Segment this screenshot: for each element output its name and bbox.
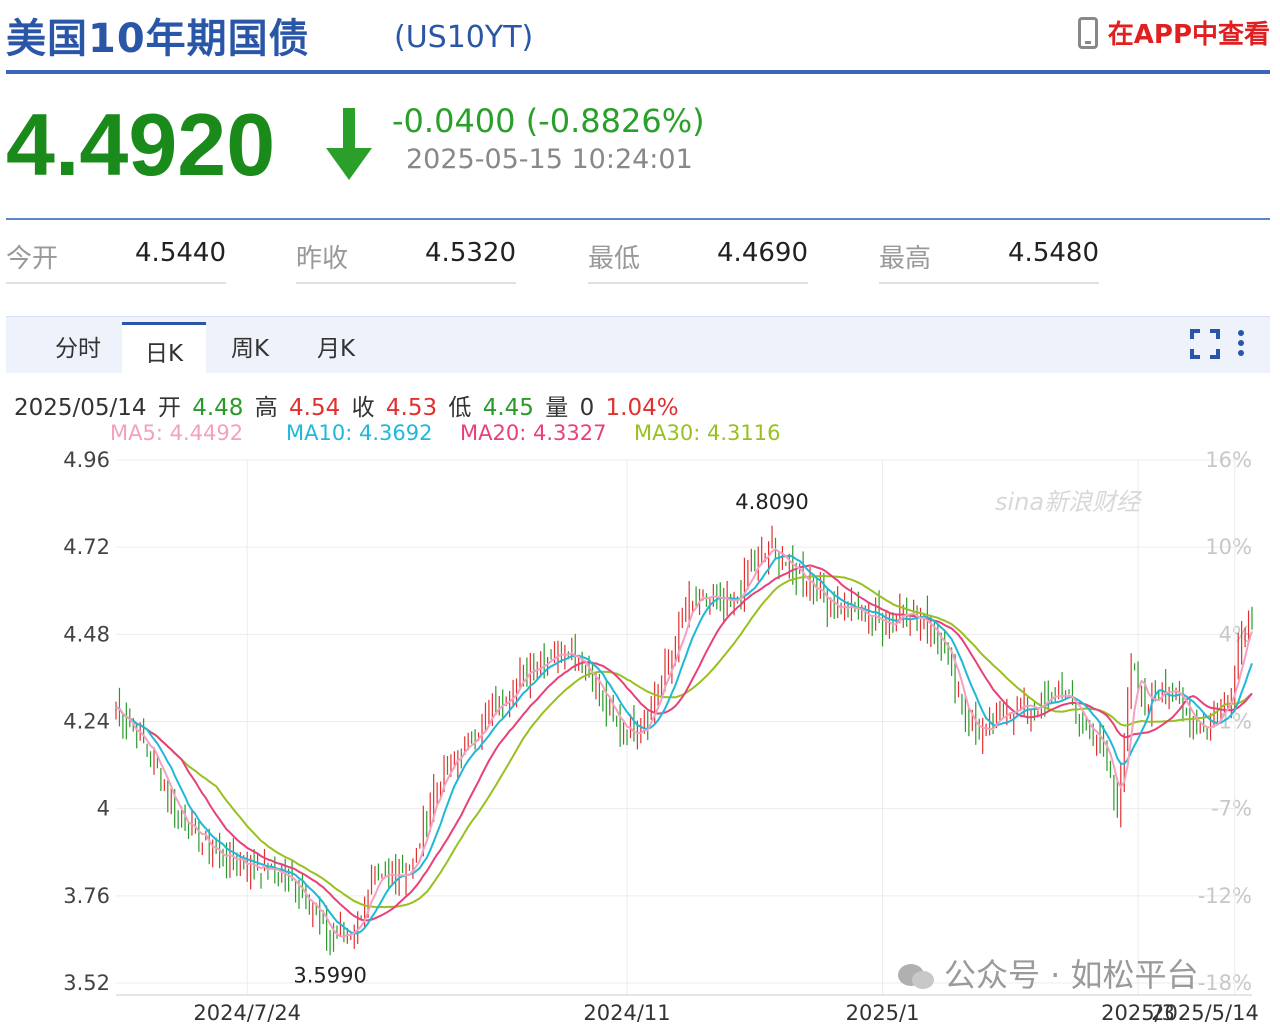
quote-divider xyxy=(6,218,1270,220)
y-right-tick-label: -18% xyxy=(1198,971,1252,995)
stat-high-value: 4.5480 xyxy=(1008,238,1099,268)
stat-high-label: 最高 xyxy=(879,244,932,274)
y-right-tick-label: 16% xyxy=(1205,448,1252,472)
y-tick-label: 4.24 xyxy=(63,710,110,734)
page-title: 美国10年期国债 xyxy=(6,16,310,62)
fullscreen-icon[interactable] xyxy=(1190,329,1220,359)
ma10-line xyxy=(115,554,1253,935)
chart-tabs: 分时 日K 周K 月K xyxy=(6,316,1270,379)
y-tick-label: 4.48 xyxy=(63,622,110,646)
x-tick-label: 2024/11 xyxy=(583,1001,670,1024)
tab-monthly-k[interactable]: 月K xyxy=(294,317,378,373)
stat-low-label: 最低 xyxy=(588,244,641,274)
quote-panel: 4.4920 -0.0400 (-0.8826%) 2025-05-15 10:… xyxy=(6,84,1270,214)
candle-info-bar: 2025/05/14 开 4.48 高 4.54 收 4.53 低 4.45 量… xyxy=(14,388,683,422)
stat-divider xyxy=(879,282,1099,284)
stat-divider xyxy=(6,282,226,284)
price-change: -0.0400 (-0.8826%) xyxy=(392,102,705,140)
watermark-text: 公众号 · 如松平台 xyxy=(944,956,1199,994)
open-in-app-link[interactable]: 在APP中查看 xyxy=(1077,14,1270,51)
y-right-tick-label: -12% xyxy=(1198,884,1252,908)
info-close-value: 4.53 xyxy=(385,395,438,421)
y-right-tick-label: -7% xyxy=(1211,797,1252,821)
tab-weekly-k[interactable]: 周K xyxy=(208,317,292,373)
info-low-label: 低 xyxy=(448,395,472,421)
stat-divider xyxy=(296,282,516,284)
wechat-icon xyxy=(898,964,934,989)
open-in-app-label: 在APP中查看 xyxy=(1107,20,1270,50)
sina-watermark: sina新浪财经 xyxy=(995,488,1143,516)
y-tick-label: 3.76 xyxy=(63,884,110,908)
ma20-line xyxy=(115,564,1253,922)
y-tick-label: 3.52 xyxy=(63,971,110,995)
info-vol-value: 0 xyxy=(579,395,595,421)
info-high-value: 4.54 xyxy=(289,395,341,421)
candlestick-chart[interactable]: 4.96 16%4.72 10%4.48 4%4.24 -1%4 -7%3.76 -12%3… xyxy=(0,440,1280,1024)
info-open-value: 4.48 xyxy=(192,395,244,421)
stats-row: 今开 4.5440 昨收 4.5320 最低 4.4690 最高 4.5480 xyxy=(6,230,1270,286)
phone-icon xyxy=(1077,16,1098,49)
ticker-code: (US10YT) xyxy=(394,20,534,55)
y-tick-label: 4 xyxy=(97,797,110,821)
info-date: 2025/05/14 xyxy=(14,395,147,421)
info-open-label: 开 xyxy=(157,395,181,421)
header-divider xyxy=(6,70,1270,74)
tab-intraday[interactable]: 分时 xyxy=(36,317,120,373)
y-right-tick-label: 10% xyxy=(1205,535,1252,559)
info-low-value: 4.45 xyxy=(482,395,534,421)
wechat-watermark: 公众号 · 如松平台 xyxy=(896,950,1199,996)
ma5-line xyxy=(115,548,1253,938)
x-tick-label: 2024/7/24 xyxy=(193,1001,301,1024)
x-tick-label: 2025/1 xyxy=(846,1001,920,1024)
stat-prev-close-value: 4.5320 xyxy=(425,238,516,268)
y-tick-label: 4.96 xyxy=(63,448,110,472)
min-annotation: 3.5990 xyxy=(293,963,366,987)
info-high-label: 高 xyxy=(254,395,278,421)
stat-divider xyxy=(588,282,808,284)
quote-timestamp: 2025-05-15 10:24:01 xyxy=(406,144,693,175)
ma30-line xyxy=(115,575,1253,909)
info-pct-change: 1.04% xyxy=(605,395,679,421)
y-tick-label: 4.72 xyxy=(63,535,110,559)
stat-prev-close-label: 昨收 xyxy=(296,244,349,274)
down-arrow-icon xyxy=(326,108,372,180)
tab-daily-k[interactable]: 日K xyxy=(122,322,206,379)
current-price: 4.4920 xyxy=(6,95,276,194)
info-vol-label: 量 xyxy=(545,395,569,421)
max-annotation: 4.8090 xyxy=(735,490,808,514)
info-close-label: 收 xyxy=(351,395,375,421)
x-tick-label: 2025/5/14 xyxy=(1151,1001,1259,1024)
y-right-tick-label: 4% xyxy=(1219,622,1252,646)
stat-open-label: 今开 xyxy=(6,244,59,274)
more-options-icon[interactable] xyxy=(1232,329,1250,359)
stat-open-value: 4.5440 xyxy=(135,238,226,268)
stat-low-value: 4.4690 xyxy=(717,238,808,268)
header: 美国10年期国债 (US10YT) 在APP中查看 xyxy=(6,0,1270,72)
